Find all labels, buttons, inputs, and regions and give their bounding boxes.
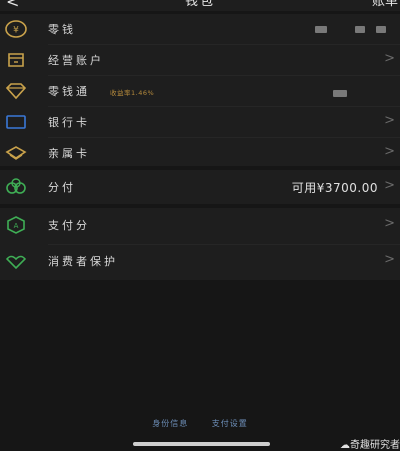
row-label: 银行卡 (48, 116, 90, 129)
row-consumer-protection[interactable]: 消费者保护 > (0, 246, 400, 276)
row-pay-score[interactable]: A 支付分 > (0, 210, 400, 240)
row-label: 零钱 (48, 23, 76, 36)
row-label: 经营账户 (48, 54, 104, 67)
footer-links: 身份信息 支付设置 (0, 418, 400, 429)
installment-group: 分付 可用¥3700.00 > (0, 170, 400, 204)
svg-text:A: A (14, 222, 19, 230)
watermark-text: 奇趣研究者 (350, 440, 400, 451)
row-label: 亲属卡 (48, 147, 90, 160)
home-indicator[interactable] (133, 442, 270, 446)
protection-icon (4, 251, 28, 271)
watermark: ☁奇趣研究者 (340, 436, 400, 451)
row-bank-card[interactable]: 银行卡 > (0, 107, 400, 137)
chevron-right-icon: > (384, 178, 395, 193)
bill-link[interactable]: 账单 (372, 0, 398, 10)
wallet-group: ¥ 零钱 经营账户 > 零钱通 收益率1.46% 银行卡 > 亲属卡 > (0, 14, 400, 166)
chevron-right-icon: > (384, 144, 395, 159)
hidden-value (333, 90, 347, 97)
chevron-right-icon: > (384, 113, 395, 128)
row-family-card[interactable]: 亲属卡 > (0, 138, 400, 168)
row-business-account[interactable]: 经营账户 > (0, 45, 400, 75)
coin-icon: ¥ (4, 19, 28, 39)
row-change[interactable]: ¥ 零钱 (0, 14, 400, 44)
identity-info-link[interactable]: 身份信息 (152, 418, 188, 429)
available-credit: 可用¥3700.00 (291, 181, 378, 195)
services-group: A 支付分 > 消费者保护 > (0, 208, 400, 280)
divider (48, 244, 400, 245)
installment-icon (4, 177, 28, 197)
chevron-right-icon: > (384, 252, 395, 267)
page-title: 钱包 (184, 0, 215, 9)
chevron-right-icon: > (384, 216, 395, 231)
row-licaitong[interactable]: 零钱通 收益率1.46% (0, 76, 400, 106)
payment-settings-link[interactable]: 支付设置 (212, 418, 248, 429)
hidden-value (315, 26, 327, 33)
hidden-value (355, 26, 365, 33)
card-icon (4, 112, 28, 132)
svg-text:¥: ¥ (13, 26, 19, 36)
row-label: 零钱通 (48, 85, 90, 98)
hidden-value (376, 26, 386, 33)
yield-rate: 收益率1.46% (110, 89, 155, 97)
top-bar: < 钱包 账单 (0, 0, 400, 11)
wallet-page: < 钱包 账单 ¥ 零钱 经营账户 > 零钱通 收益率1.46% 银行卡 > 亲… (0, 0, 400, 451)
score-icon: A (4, 215, 28, 235)
row-label: 消费者保护 (48, 255, 118, 268)
row-label: 支付分 (48, 219, 90, 232)
chevron-right-icon: > (384, 51, 395, 66)
diamond-icon (4, 81, 28, 101)
row-installment[interactable]: 分付 可用¥3700.00 > (0, 172, 400, 202)
family-card-icon (4, 143, 28, 163)
watermark-icon: ☁ (340, 440, 350, 451)
row-label: 分付 (48, 181, 76, 194)
store-icon (4, 50, 28, 70)
